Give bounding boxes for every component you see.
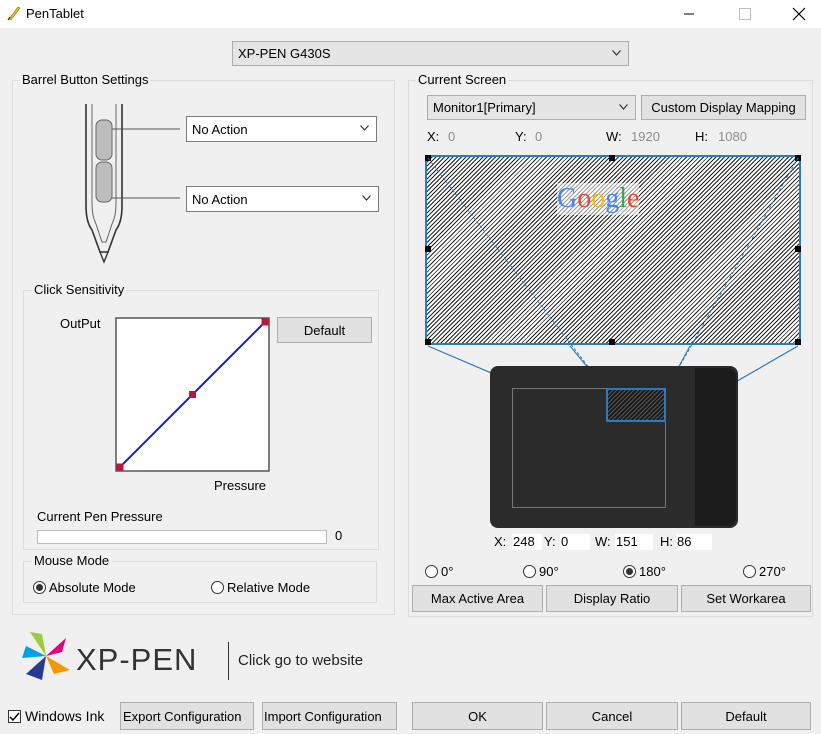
rotation-180-indicator xyxy=(623,565,636,578)
chevron-down-icon xyxy=(360,125,369,131)
resize-handle[interactable] xyxy=(795,155,801,161)
xp-pen-logo-icon[interactable] xyxy=(20,630,72,682)
barrel-button-1-select[interactable]: No Action xyxy=(186,116,377,142)
tablet-x-label: X: xyxy=(494,534,507,549)
minimize-icon xyxy=(684,13,694,15)
screen-y-label: Y: xyxy=(515,129,527,144)
screen-w-label: W: xyxy=(606,129,622,144)
tablet-y-label: Y: xyxy=(544,534,556,549)
rotation-90-indicator xyxy=(523,565,536,578)
screen-h-value: 1080 xyxy=(718,129,747,144)
monitor-select[interactable]: Monitor1[Primary] xyxy=(427,95,636,120)
rotation-270-label: 270° xyxy=(759,564,786,579)
rotation-0-label: 0° xyxy=(441,564,454,579)
custom-display-mapping-button[interactable]: Custom Display Mapping xyxy=(641,95,806,120)
chevron-down-icon xyxy=(619,103,628,110)
absolute-mode-radio[interactable]: Absolute Mode xyxy=(33,580,136,595)
output-axis-label: OutPut xyxy=(60,316,101,331)
pressure-axis-label: Pressure xyxy=(214,478,267,493)
display-ratio-button[interactable]: Display Ratio xyxy=(546,585,678,612)
barrel-button-2-select[interactable]: No Action xyxy=(186,186,379,212)
rotation-270-radio[interactable]: 270° xyxy=(743,564,786,579)
screen-mapping-preview[interactable]: Google xyxy=(425,155,801,345)
rotation-0-radio[interactable]: 0° xyxy=(425,564,453,579)
screen-y-value: 0 xyxy=(535,129,543,144)
website-link[interactable]: Click go to website xyxy=(238,652,363,669)
rotation-180-label: 180° xyxy=(639,564,666,579)
screen-preview-logo: Google xyxy=(557,183,640,215)
window-title: PenTablet xyxy=(26,6,84,21)
relative-mode-radio[interactable]: Relative Mode xyxy=(211,580,310,595)
maximize-button[interactable] xyxy=(722,0,768,28)
rotation-180-radio[interactable]: 180° xyxy=(623,564,666,579)
tablet-work-area[interactable] xyxy=(606,388,666,422)
cancel-button[interactable]: Cancel xyxy=(546,702,678,730)
absolute-mode-radio-indicator xyxy=(33,581,46,594)
close-icon xyxy=(792,7,806,21)
minimize-button[interactable] xyxy=(666,0,712,28)
pressure-curve-point[interactable] xyxy=(261,318,269,326)
resize-handle[interactable] xyxy=(425,246,431,252)
brand-divider xyxy=(228,642,229,680)
tablet-y-value[interactable]: 0 xyxy=(560,534,590,550)
current-screen-title: Current Screen xyxy=(416,72,509,87)
relative-mode-radio-indicator xyxy=(211,581,224,594)
tablet-illustration xyxy=(490,366,738,528)
resize-handle[interactable] xyxy=(609,155,615,161)
tablet-w-label: W: xyxy=(595,534,611,549)
maximize-icon xyxy=(739,8,751,20)
screen-w-value: 1920 xyxy=(631,129,660,144)
relative-mode-label: Relative Mode xyxy=(227,580,311,595)
tablet-w-value[interactable]: 151 xyxy=(615,534,653,550)
resize-handle[interactable] xyxy=(795,339,801,345)
current-pen-pressure-label: Current Pen Pressure xyxy=(37,509,163,524)
checkmark-icon xyxy=(9,712,20,721)
pressure-curve-point[interactable] xyxy=(189,391,196,398)
rotation-90-label: 90° xyxy=(539,564,559,579)
resize-handle[interactable] xyxy=(425,339,431,345)
sensitivity-default-button[interactable]: Default xyxy=(277,317,372,343)
barrel-button-2-value: No Action xyxy=(192,191,248,207)
screen-x-value: 0 xyxy=(448,129,456,144)
rotation-270-indicator xyxy=(743,565,756,578)
resize-handle[interactable] xyxy=(609,339,615,345)
screen-x-label: X: xyxy=(427,129,440,144)
pen-pressure-value: 0 xyxy=(335,528,343,543)
pressure-curve-chart[interactable] xyxy=(115,317,270,472)
import-configuration-button[interactable]: Import Configuration xyxy=(262,702,397,730)
monitor-select-value: Monitor1[Primary] xyxy=(433,100,536,115)
tablet-side-panel xyxy=(695,368,736,526)
screen-h-label: H: xyxy=(695,129,708,144)
barrel-settings-title: Barrel Button Settings xyxy=(20,72,151,87)
device-select-value: XP-PEN G430S xyxy=(238,46,331,61)
export-configuration-button[interactable]: Export Configuration xyxy=(120,702,254,730)
close-button[interactable] xyxy=(776,0,821,28)
windows-ink-checkbox-box xyxy=(8,709,21,723)
tablet-h-value[interactable]: 86 xyxy=(676,534,712,550)
click-sensitivity-title: Click Sensitivity xyxy=(32,282,127,297)
default-button[interactable]: Default xyxy=(681,702,811,730)
resize-handle[interactable] xyxy=(795,246,801,252)
rotation-90-radio[interactable]: 90° xyxy=(523,564,559,579)
pen-tablet-app-icon xyxy=(7,6,21,21)
xp-pen-brand-name[interactable]: XP-PEN xyxy=(76,642,197,678)
max-active-area-button[interactable]: Max Active Area xyxy=(412,585,543,612)
tablet-x-value[interactable]: 248 xyxy=(512,534,542,550)
chevron-down-icon xyxy=(362,195,371,201)
chevron-down-icon xyxy=(612,49,621,56)
device-select[interactable]: XP-PEN G430S xyxy=(232,41,629,66)
resize-handle[interactable] xyxy=(425,155,431,161)
mouse-mode-title: Mouse Mode xyxy=(32,553,112,568)
rotation-0-indicator xyxy=(425,565,438,578)
pen-illustration xyxy=(85,104,180,264)
ok-button[interactable]: OK xyxy=(412,702,543,730)
barrel-button-1-value: No Action xyxy=(192,121,248,137)
set-workarea-button[interactable]: Set Workarea xyxy=(681,585,811,612)
tablet-h-label: H: xyxy=(660,534,673,549)
absolute-mode-label: Absolute Mode xyxy=(49,580,136,595)
pressure-curve-point[interactable] xyxy=(116,463,124,471)
pen-pressure-bar xyxy=(37,530,327,544)
windows-ink-label: Windows Ink xyxy=(25,708,105,724)
windows-ink-checkbox[interactable]: Windows Ink xyxy=(8,708,104,724)
